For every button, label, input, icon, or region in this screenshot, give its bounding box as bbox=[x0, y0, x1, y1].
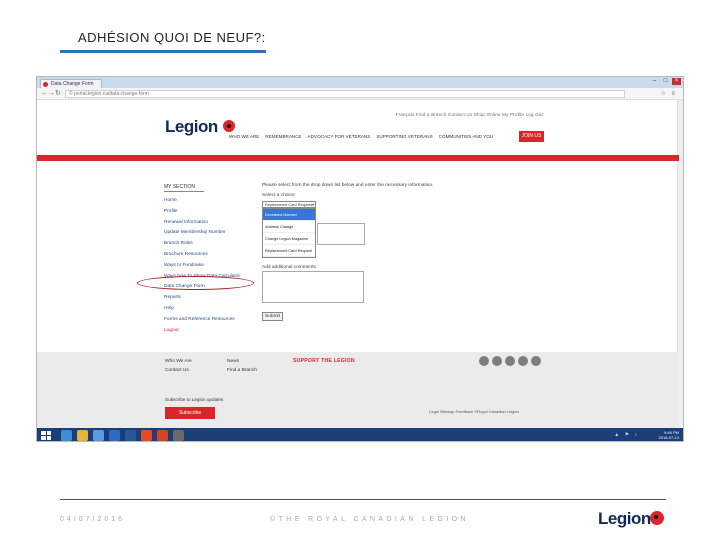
submit-button[interactable]: Submit bbox=[262, 312, 283, 321]
sidebar: MY SECTION Home Profile Renewal Informat… bbox=[164, 184, 258, 336]
main-nav: WHO WE ARE REMEMBRANCE ADVOCACY FOR VETE… bbox=[229, 134, 493, 139]
sidebar-item-fundraise[interactable]: Ways to Fundraise bbox=[164, 261, 258, 272]
nav-who-we-are[interactable]: WHO WE ARE bbox=[229, 134, 259, 139]
url-input[interactable]: © portal.legion.ca/data-change-form bbox=[65, 90, 625, 98]
clock-date: 2016-07-13 bbox=[658, 435, 679, 440]
system-tray-icons[interactable]: ▲ ⚑ ♪ bbox=[614, 432, 639, 438]
title-underline bbox=[60, 50, 266, 53]
nav-remembrance[interactable]: REMEMBRANCE bbox=[265, 134, 301, 139]
nav-advocacy[interactable]: ADVOCACY FOR VETERANS bbox=[308, 134, 371, 139]
sidebar-item-forms[interactable]: Forms and Reference Resources bbox=[164, 315, 258, 326]
footer-link-find-branch[interactable]: Find a Branch bbox=[227, 366, 257, 375]
sidebar-item-brochure[interactable]: Brochure Resources bbox=[164, 250, 258, 261]
sidebar-title: MY SECTION bbox=[164, 184, 204, 192]
header-band bbox=[37, 155, 679, 161]
footer-col-2: News Find a Branch bbox=[227, 357, 257, 375]
tab-title: Data Change Form bbox=[51, 81, 94, 87]
sidebar-item-home[interactable]: Home bbox=[164, 196, 258, 207]
legion-logo[interactable]: Legion bbox=[165, 117, 218, 137]
chrome-icon[interactable] bbox=[141, 430, 152, 441]
nav-supporting-veterans[interactable]: SUPPORTING VETERANS bbox=[376, 134, 432, 139]
maximize-icon[interactable]: □ bbox=[661, 78, 670, 85]
reload-icon[interactable]: ↻ bbox=[55, 90, 61, 98]
dropdown-option[interactable]: Replacement Card Request bbox=[263, 245, 315, 257]
detail-field[interactable] bbox=[317, 223, 365, 245]
site-footer: Who We Are Contact Us News Find a Branch… bbox=[37, 352, 679, 428]
forward-icon[interactable]: → bbox=[48, 90, 55, 98]
sidebar-item-reports[interactable]: Reports bbox=[164, 293, 258, 304]
window-controls: – □ × bbox=[650, 78, 681, 85]
sidebar-item-profile[interactable]: Profile bbox=[164, 207, 258, 218]
ie-icon[interactable] bbox=[61, 430, 72, 441]
data-change-form: Please select from the drop down list be… bbox=[262, 183, 482, 321]
form-intro: Please select from the drop down list be… bbox=[262, 183, 434, 188]
dropdown-option[interactable]: Deceased Member bbox=[263, 209, 315, 221]
subscribe-button[interactable]: Subscribe bbox=[165, 407, 215, 419]
tab-bar: Data Change Form – □ × bbox=[37, 77, 683, 88]
social-links bbox=[479, 356, 541, 366]
slide-copyright: ©THE ROYAL CANADIAN LEGION bbox=[270, 516, 469, 523]
slide-poppy-icon bbox=[650, 511, 664, 525]
comments-label: Add additional comments: bbox=[262, 265, 318, 270]
poppy-icon bbox=[223, 120, 235, 132]
facebook-icon[interactable] bbox=[492, 356, 502, 366]
browser-screenshot: Data Change Form – □ × ← → ↻ © portal.le… bbox=[36, 76, 684, 442]
sidebar-item-branch-roles[interactable]: Branch Roles bbox=[164, 239, 258, 250]
close-icon[interactable]: × bbox=[672, 78, 681, 85]
taskbar: ▲ ⚑ ♪ 9:46 PM 2016-07-13 bbox=[37, 428, 683, 441]
sidebar-item-renewal[interactable]: Renewal Information bbox=[164, 218, 258, 229]
footer-link-contact[interactable]: Contact Us bbox=[165, 366, 192, 375]
choice-select[interactable]: Replacement Card Request ▾ bbox=[262, 201, 316, 208]
support-link[interactable]: SUPPORT THE LEGION bbox=[293, 358, 355, 364]
footer-divider bbox=[60, 499, 666, 500]
favicon-icon bbox=[43, 82, 48, 87]
dropdown-option[interactable]: Change Legion Magazine bbox=[263, 233, 315, 245]
email-icon[interactable] bbox=[531, 356, 541, 366]
folder-icon[interactable] bbox=[77, 430, 88, 441]
newsletter-text: Subscribe to Legion updates bbox=[165, 397, 224, 402]
clock[interactable]: 9:46 PM 2016-07-13 bbox=[659, 430, 679, 440]
sidebar-item-update-number[interactable]: Update Membership Number bbox=[164, 228, 258, 239]
browser-tab[interactable]: Data Change Form bbox=[40, 79, 102, 88]
windows-start-icon[interactable] bbox=[41, 431, 51, 440]
comments-field[interactable] bbox=[262, 271, 364, 303]
outlook-icon[interactable] bbox=[109, 430, 120, 441]
minimize-icon[interactable]: – bbox=[650, 78, 659, 85]
footer-link-who-we-are[interactable]: Who We Are bbox=[165, 357, 192, 366]
highlight-annotation bbox=[137, 276, 254, 290]
join-us-button[interactable]: JOIN US bbox=[519, 131, 544, 142]
legal-links[interactable]: Legal Sitemap Feedback ©Royal Canadian L… bbox=[429, 409, 519, 414]
slide-title: ADHÉSION QUOI DE NEUF?: bbox=[78, 30, 266, 45]
address-bar: ← → ↻ © portal.legion.ca/data-change-for… bbox=[37, 88, 683, 100]
word-icon[interactable] bbox=[125, 430, 136, 441]
youtube-icon[interactable] bbox=[479, 356, 489, 366]
footer-link-news[interactable]: News bbox=[227, 357, 257, 366]
taskbar-apps bbox=[61, 430, 184, 441]
slide-legion-logo: Legion bbox=[598, 509, 651, 528]
dropdown-option[interactable]: Address Change bbox=[263, 221, 315, 233]
sidebar-item-help[interactable]: Help bbox=[164, 304, 258, 315]
instagram-icon[interactable] bbox=[518, 356, 528, 366]
back-icon[interactable]: ← bbox=[41, 90, 48, 98]
nav-communities[interactable]: COMMUNITIES AND YOU bbox=[439, 134, 494, 139]
utility-links[interactable]: Français Find a Branch Contact Us Shop O… bbox=[396, 112, 543, 117]
powerpoint-icon[interactable] bbox=[157, 430, 168, 441]
sidebar-item-logout[interactable]: Logout bbox=[164, 326, 258, 337]
select-label: Select a choice: bbox=[262, 193, 296, 198]
twitter-icon[interactable] bbox=[505, 356, 515, 366]
star-icon[interactable]: ☆ ≡ bbox=[660, 90, 677, 97]
select-value: Replacement Card Request bbox=[265, 203, 312, 207]
footer-col-1: Who We Are Contact Us bbox=[165, 357, 192, 375]
slide-date: 04/07/2016 bbox=[60, 516, 126, 523]
app-icon[interactable] bbox=[173, 430, 184, 441]
choice-dropdown: Deceased Member Address Change Change Le… bbox=[262, 208, 316, 258]
network-icon[interactable] bbox=[93, 430, 104, 441]
